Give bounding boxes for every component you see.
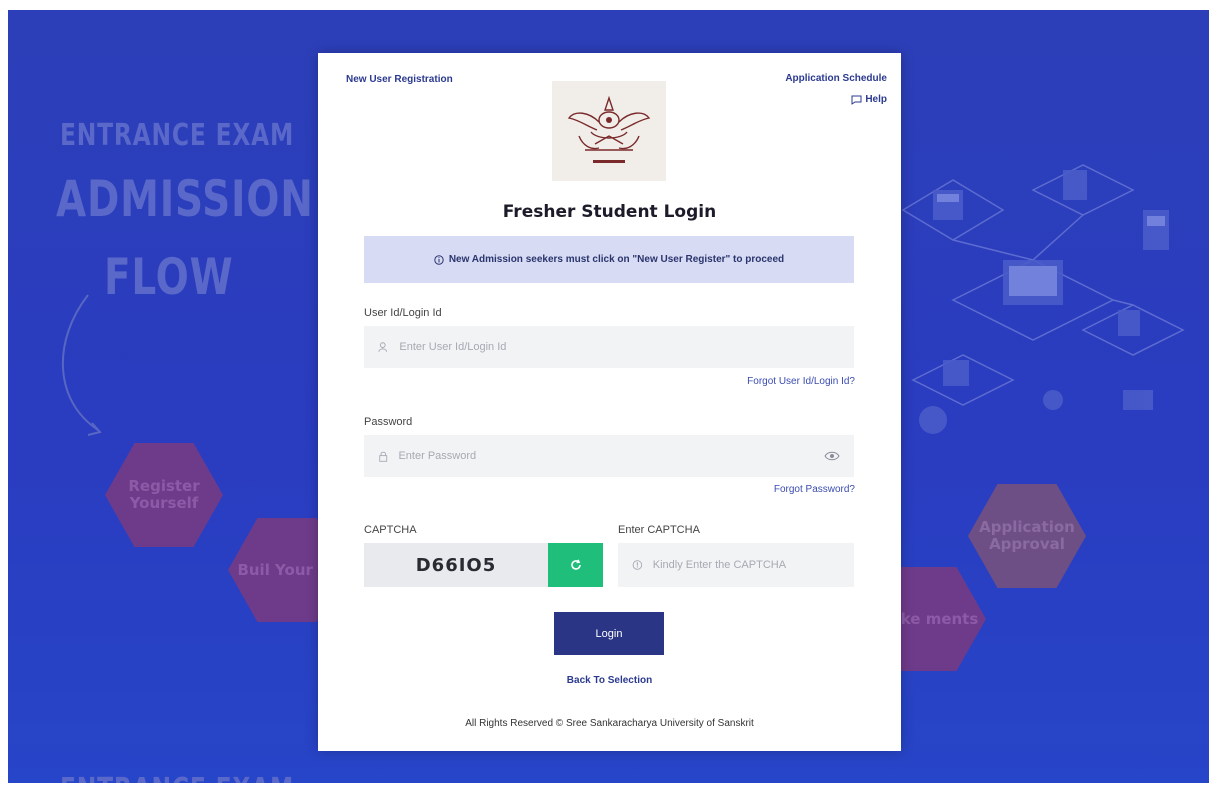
chat-icon xyxy=(851,95,862,105)
forgot-userid-link[interactable]: Forgot User Id/Login Id? xyxy=(747,376,855,387)
password-field xyxy=(364,435,854,477)
userid-input[interactable] xyxy=(397,340,854,354)
captcha-label: CAPTCHA xyxy=(364,524,417,536)
eye-icon[interactable] xyxy=(824,450,840,462)
step-approval: Application Approval xyxy=(968,484,1086,588)
bg-footer-heading: ENTRANCE EXAM xyxy=(60,772,294,783)
user-icon xyxy=(378,342,388,352)
university-logo xyxy=(552,81,666,181)
refresh-captcha-button[interactable] xyxy=(548,543,603,587)
info-icon xyxy=(434,254,444,265)
refresh-icon xyxy=(570,559,581,570)
new-user-registration-link[interactable]: New User Registration xyxy=(346,74,453,85)
enter-captcha-label: Enter CAPTCHA xyxy=(618,524,700,536)
step-register: Register Yourself xyxy=(105,443,223,547)
bg-heading-admission: ADMISSION xyxy=(56,170,314,228)
workflow-illustration xyxy=(901,164,1185,434)
emblem-icon xyxy=(567,95,651,163)
back-to-selection-link[interactable]: Back To Selection xyxy=(567,675,652,686)
captcha-input[interactable] xyxy=(650,558,854,572)
notice-text: New Admission seekers must click on "New… xyxy=(448,254,785,265)
captcha-input-icon xyxy=(632,560,643,570)
userid-field xyxy=(364,326,854,368)
forgot-password-link[interactable]: Forgot Password? xyxy=(774,484,855,495)
page-title: Fresher Student Login xyxy=(502,202,717,222)
copyright-footer: All Rights Reserved © Sree Sankaracharya… xyxy=(465,718,754,729)
help-link[interactable]: Help xyxy=(851,94,887,105)
flow-arrow-icon xyxy=(62,294,102,436)
userid-label: User Id/Login Id xyxy=(364,307,442,319)
login-button[interactable]: Login xyxy=(554,612,664,655)
password-input[interactable] xyxy=(396,449,816,463)
captcha-field xyxy=(618,543,854,587)
bg-heading-entrance: ENTRANCE EXAM xyxy=(60,118,295,153)
password-label: Password xyxy=(364,416,413,428)
lock-icon xyxy=(379,451,388,462)
application-schedule-link[interactable]: Application Schedule xyxy=(785,73,887,84)
help-label: Help xyxy=(865,94,887,105)
captcha-code: D66IO5 xyxy=(364,543,548,587)
admission-notice: New Admission seekers must click on "New… xyxy=(364,236,854,283)
login-card: New User Registration Application Schedu… xyxy=(318,53,901,751)
